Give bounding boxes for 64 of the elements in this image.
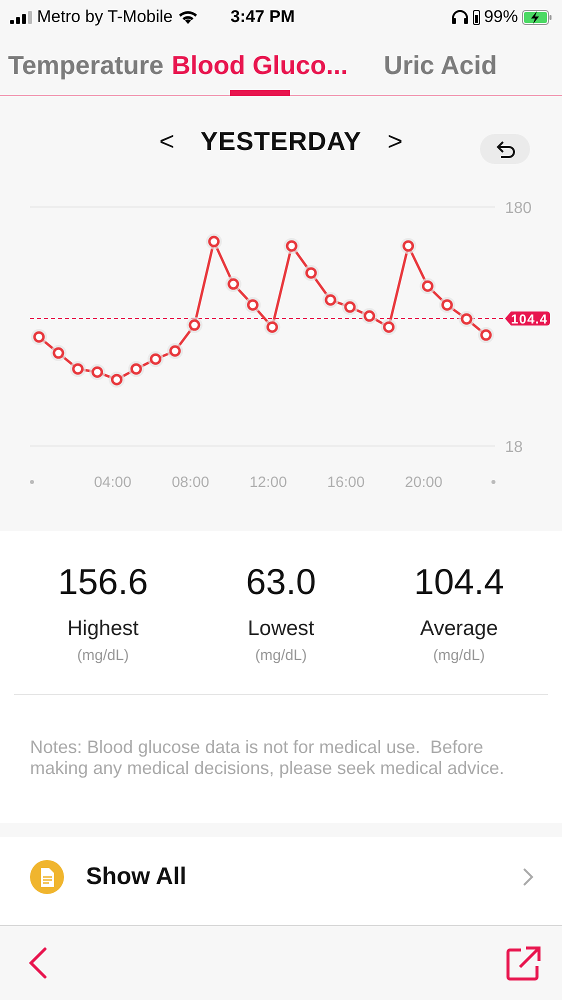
x-tick-label: 20:00 bbox=[404, 474, 442, 491]
data-point bbox=[400, 238, 416, 254]
stat-unit: (mg/dL) bbox=[255, 647, 307, 664]
show-all-link[interactable]: Show All bbox=[86, 863, 522, 891]
wifi-icon bbox=[178, 10, 198, 24]
battery-small-icon bbox=[472, 9, 480, 25]
carrier-name: Metro by T-Mobile bbox=[37, 7, 173, 27]
data-point bbox=[186, 317, 202, 334]
data-point bbox=[244, 296, 261, 313]
data-point bbox=[458, 310, 475, 327]
stat-unit: (mg/dL) bbox=[433, 647, 485, 664]
data-point bbox=[225, 276, 242, 292]
data-point bbox=[322, 292, 339, 308]
data-point bbox=[167, 343, 184, 359]
data-point bbox=[264, 319, 280, 336]
stat-value: 63.0 bbox=[246, 561, 316, 603]
stat-label: Average bbox=[420, 617, 498, 641]
axis-dot bbox=[30, 480, 34, 484]
stat-unit: (mg/dL) bbox=[77, 647, 129, 664]
category-tab[interactable]: Uric Acid bbox=[384, 50, 497, 95]
category-tab[interactable]: Temperature bbox=[8, 50, 164, 95]
x-tick-label: 16:00 bbox=[327, 474, 365, 491]
document-icon bbox=[30, 860, 64, 894]
reset-button[interactable] bbox=[480, 134, 530, 164]
battery-charging-icon bbox=[522, 10, 552, 24]
data-point bbox=[148, 351, 164, 368]
disclaimer-note: Notes: Blood glucose data is not for medical use. Before making any medical decisions, please seek medical advice. bbox=[29, 736, 506, 779]
x-tick-label: 08:00 bbox=[172, 474, 210, 491]
average-badge: 104.4 bbox=[505, 312, 550, 327]
data-point bbox=[31, 328, 47, 345]
data-point bbox=[303, 264, 320, 281]
y-tick-label: 180 bbox=[505, 200, 532, 217]
previous-day-button[interactable]: < bbox=[155, 126, 178, 156]
stat-label: Lowest bbox=[248, 617, 314, 641]
category-tab[interactable]: Blood Gluco... bbox=[172, 50, 348, 95]
data-point bbox=[361, 308, 378, 324]
headphones-icon bbox=[450, 9, 469, 25]
data-point bbox=[89, 364, 106, 380]
x-tick-label: 12:00 bbox=[249, 474, 287, 491]
data-point bbox=[380, 319, 397, 336]
x-tick-label: 04:00 bbox=[94, 474, 132, 491]
stat-value: 104.4 bbox=[414, 561, 504, 603]
ref-line-label: 104.4 bbox=[511, 312, 548, 327]
data-point bbox=[50, 345, 66, 362]
data-point bbox=[70, 361, 86, 377]
period-title: YESTERDAY bbox=[200, 126, 362, 156]
data-point bbox=[439, 296, 456, 313]
data-point bbox=[478, 327, 494, 344]
data-point bbox=[420, 278, 436, 294]
next-day-button[interactable]: > bbox=[384, 126, 407, 156]
y-tick-label: 18 bbox=[505, 439, 523, 456]
chevron-right-icon bbox=[522, 867, 534, 887]
stat-label: Highest bbox=[67, 617, 139, 641]
data-point bbox=[108, 372, 125, 388]
battery-percent: 99% bbox=[484, 7, 518, 27]
data-point bbox=[206, 234, 222, 250]
data-point bbox=[284, 238, 300, 254]
stat-value: 156.6 bbox=[58, 561, 148, 603]
undo-icon bbox=[494, 140, 516, 158]
data-point bbox=[342, 299, 358, 316]
axis-dot bbox=[491, 480, 496, 484]
clock-time: 3:47 PM bbox=[230, 7, 296, 27]
signal-icon bbox=[10, 10, 32, 24]
data-point bbox=[128, 361, 144, 377]
